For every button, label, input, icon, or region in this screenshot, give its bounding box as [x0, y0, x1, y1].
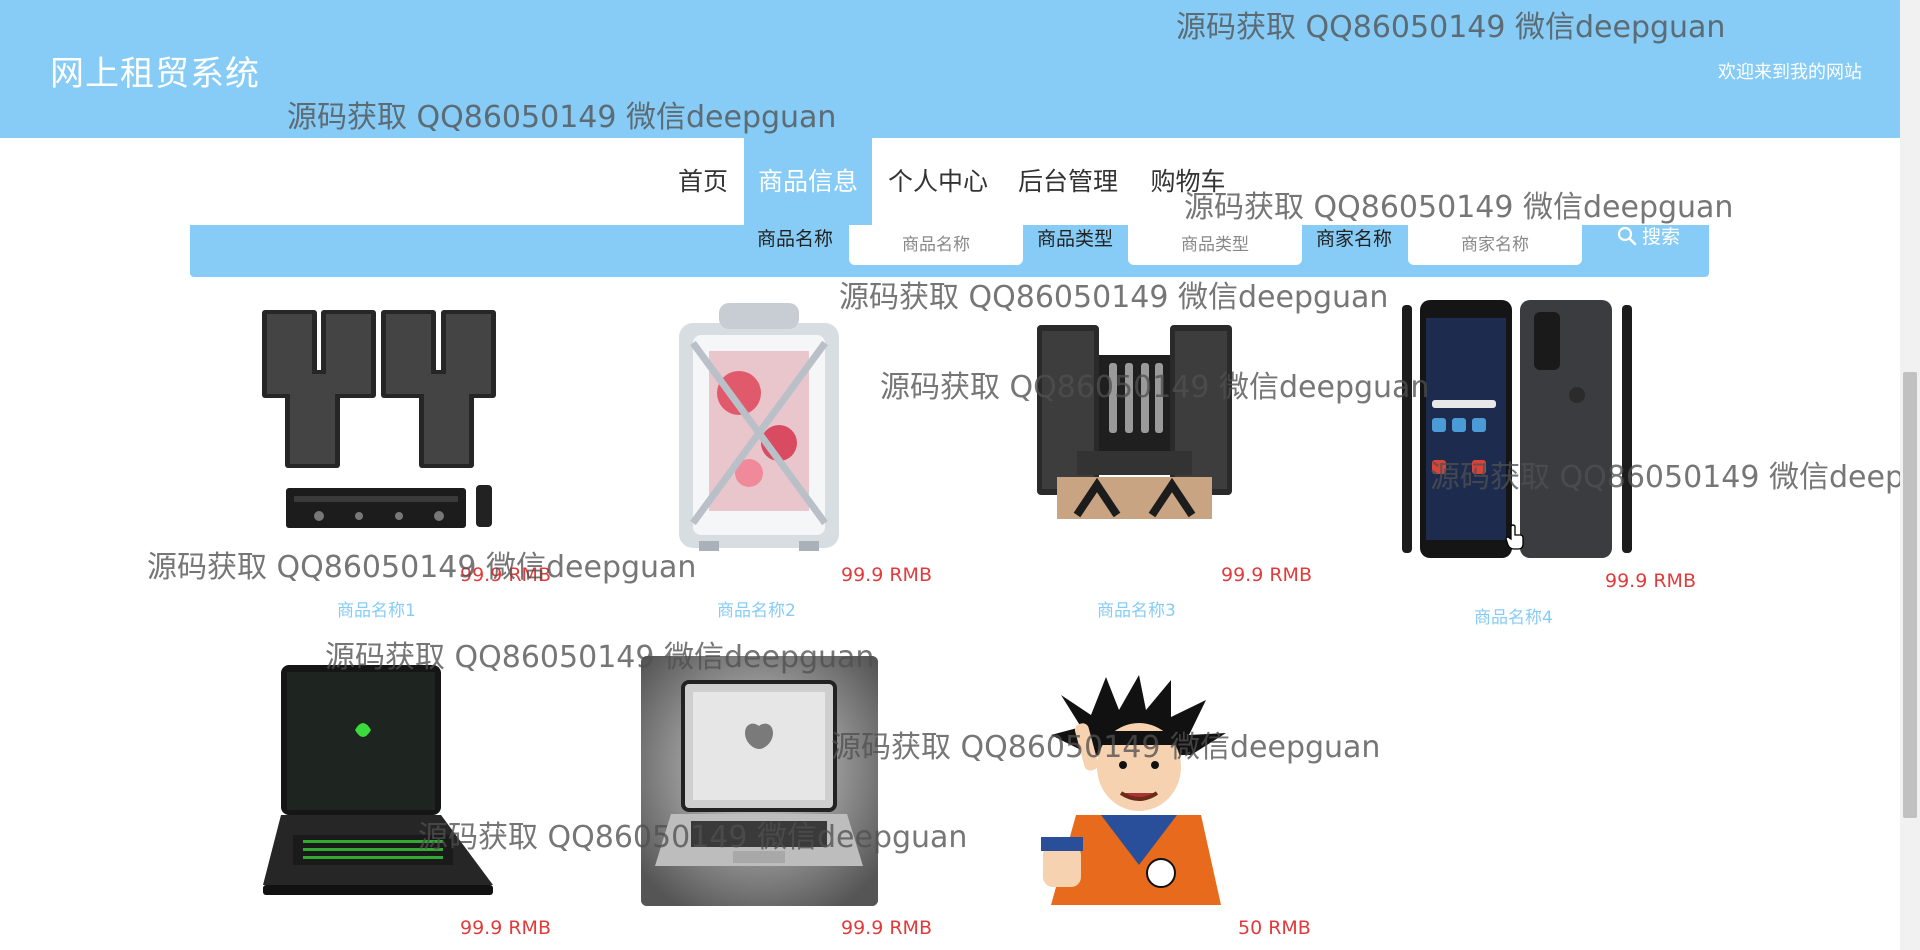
product-card[interactable]: 99.9 RMB 商品名称1: [219, 295, 551, 625]
product-card[interactable]: 50 RMB: [979, 650, 1311, 950]
product-image[interactable]: [263, 660, 493, 900]
product-card[interactable]: 99.9 RMB: [219, 650, 551, 950]
main-nav: 首页 商品信息 个人中心 后台管理 购物车: [0, 138, 1900, 225]
product-name[interactable]: 商品名称2: [717, 596, 796, 621]
product-name-input[interactable]: [849, 225, 1023, 265]
product-price: 99.9 RMB: [841, 917, 932, 939]
product-name[interactable]: 商品名称4: [1474, 603, 1553, 628]
merchant-name-input[interactable]: [1408, 225, 1582, 265]
product-name[interactable]: 商品名称1: [337, 596, 416, 621]
page: { "header": { "site_title": "网上租贸系统", "w…: [0, 0, 1920, 950]
product-price: 99.9 RMB: [460, 917, 551, 939]
product-image[interactable]: [641, 656, 878, 906]
search-button-label: 搜索: [1642, 226, 1681, 248]
product-image[interactable]: [1037, 325, 1232, 530]
site-title: 网上租贸系统: [50, 54, 260, 94]
product-image[interactable]: [1402, 300, 1642, 558]
product-card[interactable]: 99.9 RMB 商品名称3: [979, 295, 1312, 625]
product-card[interactable]: 99.9 RMB 商品名称4: [1359, 295, 1696, 628]
nav-item-products[interactable]: 商品信息: [744, 138, 872, 225]
product-type-label: 商品类型: [1037, 228, 1114, 250]
site-header: 网上租贸系统 欢迎来到我的网站: [0, 0, 1900, 138]
product-image[interactable]: [259, 310, 499, 540]
merchant-name-label: 商家名称: [1316, 228, 1393, 250]
product-card[interactable]: 99.9 RMB 商品名称2: [599, 295, 932, 625]
search-bar: 商品名称 商品类型 商家名称 搜索: [190, 225, 1709, 277]
product-type-input[interactable]: [1128, 225, 1302, 265]
search-button[interactable]: 搜索: [1617, 225, 1680, 265]
product-price: 50 RMB: [1238, 917, 1311, 939]
search-icon: [1617, 226, 1637, 246]
nav-item-profile[interactable]: 个人中心: [880, 138, 996, 225]
scrollbar-thumb[interactable]: [1903, 372, 1917, 818]
nav-item-home[interactable]: 首页: [668, 138, 738, 225]
nav-item-admin[interactable]: 后台管理: [1010, 138, 1126, 225]
product-price: 99.9 RMB: [460, 564, 551, 586]
product-image[interactable]: [1021, 675, 1251, 905]
welcome-text: 欢迎来到我的网站: [1718, 62, 1862, 83]
product-name[interactable]: 商品名称3: [1097, 596, 1176, 621]
product-image[interactable]: [669, 303, 849, 553]
nav-item-cart[interactable]: 购物车: [1140, 138, 1236, 225]
product-name-label: 商品名称: [757, 228, 834, 250]
product-card[interactable]: 99.9 RMB: [599, 650, 932, 950]
product-price: 99.9 RMB: [841, 564, 932, 586]
product-price: 99.9 RMB: [1221, 564, 1312, 586]
hand-cursor-icon: [1505, 524, 1524, 550]
product-price: 99.9 RMB: [1605, 570, 1696, 592]
